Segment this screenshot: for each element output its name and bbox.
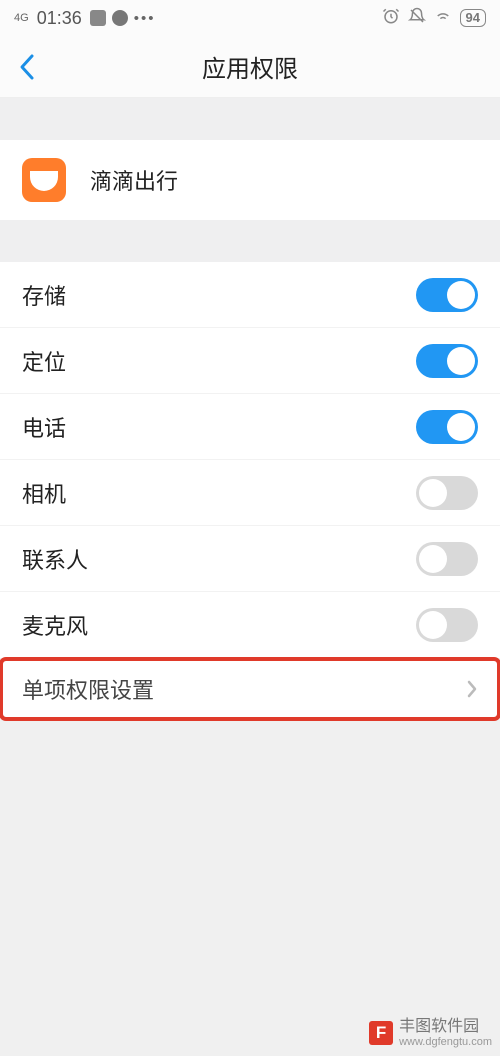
wechat-notif-icon <box>112 10 128 26</box>
permission-label: 联系人 <box>22 543 88 575</box>
alarm-icon <box>382 7 400 29</box>
watermark-url: www.dgfengtu.com <box>399 1036 492 1048</box>
permissions-list: 存储 定位 电话 相机 联系人 麦克风 <box>0 262 500 658</box>
more-notif-icon: ••• <box>134 10 156 27</box>
nav-row-label: 单项权限设置 <box>22 673 154 705</box>
permission-label: 麦克风 <box>22 609 88 641</box>
toggle-storage[interactable] <box>416 278 478 312</box>
dnd-icon <box>408 7 426 29</box>
status-bar: 4G 01:36 ••• 94 <box>0 0 500 36</box>
permission-storage: 存储 <box>0 262 500 328</box>
wifi-icon <box>434 7 452 29</box>
watermark-text: 丰图软件园 www.dgfengtu.com <box>399 1018 492 1048</box>
permission-label: 存储 <box>22 279 66 311</box>
toggle-contacts[interactable] <box>416 542 478 576</box>
permission-label: 相机 <box>22 477 66 509</box>
nav-bar: 应用权限 <box>0 36 500 98</box>
permission-location: 定位 <box>0 328 500 394</box>
back-button[interactable] <box>0 52 56 82</box>
watermark: F 丰图软件园 www.dgfengtu.com <box>369 1018 492 1048</box>
section-gap <box>0 98 500 140</box>
battery-indicator: 94 <box>460 9 486 27</box>
didi-logo-icon <box>27 168 61 192</box>
app-icon <box>22 158 66 202</box>
toggle-phone[interactable] <box>416 410 478 444</box>
app-notif-icon <box>90 10 106 26</box>
chevron-right-icon <box>466 679 478 699</box>
section-gap <box>0 220 500 262</box>
chevron-left-icon <box>18 52 38 82</box>
status-left: 4G 01:36 ••• <box>14 8 156 29</box>
toggle-camera[interactable] <box>416 476 478 510</box>
permission-camera: 相机 <box>0 460 500 526</box>
permission-label: 电话 <box>22 411 66 443</box>
notif-icons: ••• <box>90 10 156 27</box>
toggle-microphone[interactable] <box>416 608 478 642</box>
permission-label: 定位 <box>22 345 66 377</box>
single-permission-settings[interactable]: 单项权限设置 <box>0 658 500 720</box>
status-right: 94 <box>382 7 486 29</box>
permission-contacts: 联系人 <box>0 526 500 592</box>
page-title: 应用权限 <box>0 49 500 84</box>
permission-phone: 电话 <box>0 394 500 460</box>
watermark-badge-icon: F <box>369 1021 393 1045</box>
network-indicator: 4G <box>14 13 29 24</box>
toggle-location[interactable] <box>416 344 478 378</box>
permission-microphone: 麦克风 <box>0 592 500 658</box>
app-header: 滴滴出行 <box>0 140 500 220</box>
clock: 01:36 <box>37 8 82 29</box>
watermark-brand: 丰图软件园 <box>399 1018 492 1036</box>
app-name: 滴滴出行 <box>90 164 178 196</box>
